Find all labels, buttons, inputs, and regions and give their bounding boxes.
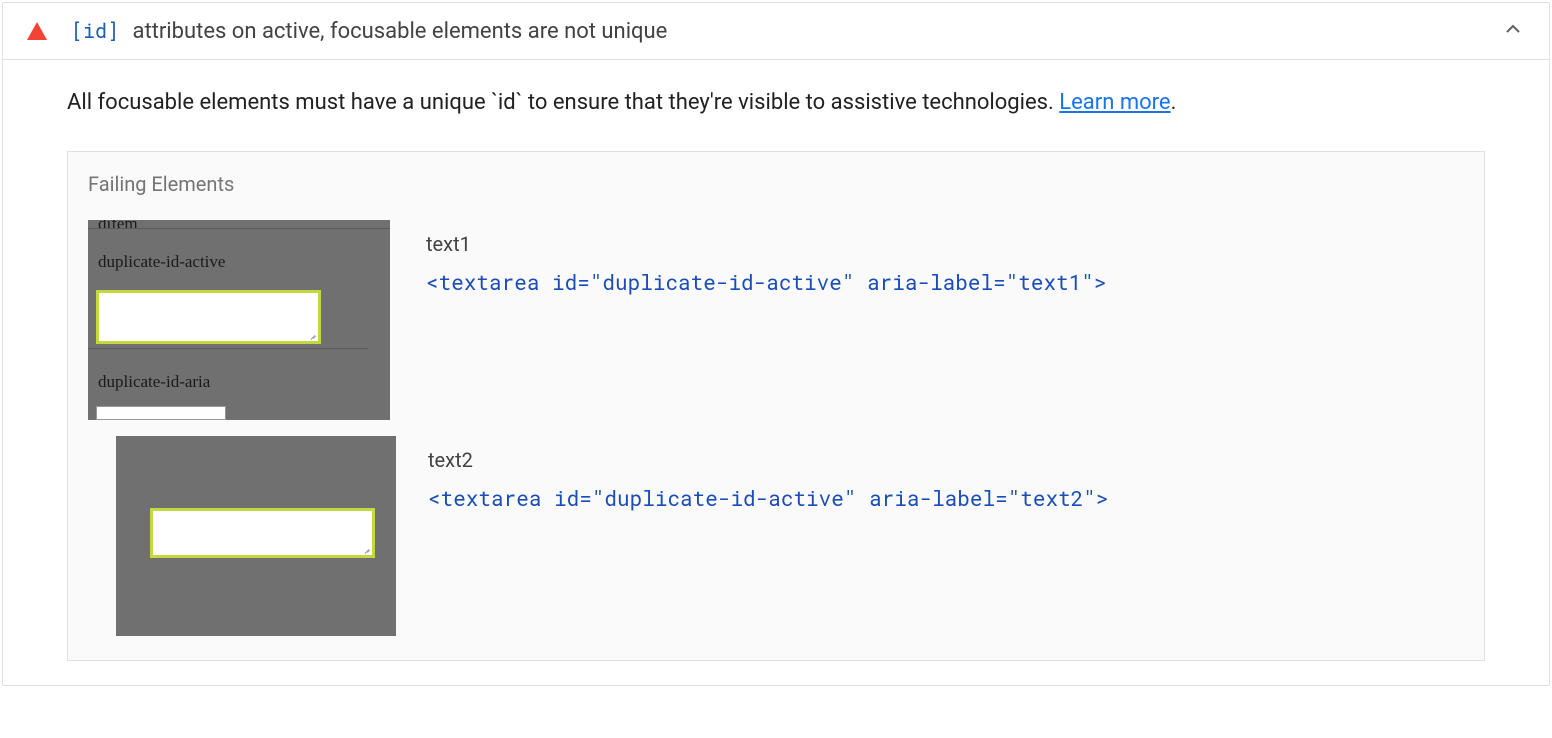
learn-more-link[interactable]: Learn more (1059, 90, 1170, 115)
audit-title: [id] attributes on active, focusable ele… (71, 18, 1501, 44)
element-label: text1 (426, 232, 1107, 256)
failing-element-details: text1 <textarea id="duplicate-id-active"… (426, 220, 1107, 296)
resize-handle-icon (362, 545, 370, 553)
failing-element-row[interactable]: difem duplicate-id-active duplicate-id-a… (68, 212, 1484, 428)
element-code-snippet: <textarea id="duplicate-id-active" aria-… (428, 484, 1109, 512)
resize-handle-icon (308, 331, 316, 339)
thumb-highlighted-element (150, 508, 375, 558)
element-code-snippet: <textarea id="duplicate-id-active" aria-… (426, 268, 1107, 296)
thumb-text: duplicate-id-active (98, 252, 225, 272)
thumb-text: duplicate-id-aria (98, 372, 210, 392)
audit-header[interactable]: [id] attributes on active, focusable ele… (3, 3, 1549, 60)
error-triangle-icon (27, 22, 47, 40)
failing-elements-panel: Failing Elements difem duplicate-id-acti… (67, 151, 1485, 661)
chevron-up-icon[interactable] (1501, 17, 1525, 45)
audit-body: All focusable elements must have a uniqu… (3, 60, 1549, 685)
description-text: All focusable elements must have a uniqu… (67, 90, 1059, 115)
element-label: text2 (428, 448, 1109, 472)
failing-element-details: text2 <textarea id="duplicate-id-active"… (428, 436, 1109, 512)
failing-element-row[interactable]: text2 <textarea id="duplicate-id-active"… (68, 428, 1484, 644)
element-thumbnail (116, 436, 396, 636)
audit-panel: [id] attributes on active, focusable ele… (2, 2, 1550, 686)
audit-title-text: attributes on active, focusable elements… (127, 19, 667, 44)
thumb-text: difem (98, 220, 138, 234)
failing-elements-header: Failing Elements (68, 172, 1484, 212)
audit-description: All focusable elements must have a uniqu… (67, 88, 1485, 119)
id-code-badge: [id] (71, 18, 119, 44)
element-thumbnail: difem duplicate-id-active duplicate-id-a… (88, 220, 390, 420)
thumb-input-box (96, 406, 226, 420)
thumb-highlighted-element (96, 290, 321, 344)
thumb-divider (88, 228, 390, 229)
thumb-divider (88, 348, 368, 349)
